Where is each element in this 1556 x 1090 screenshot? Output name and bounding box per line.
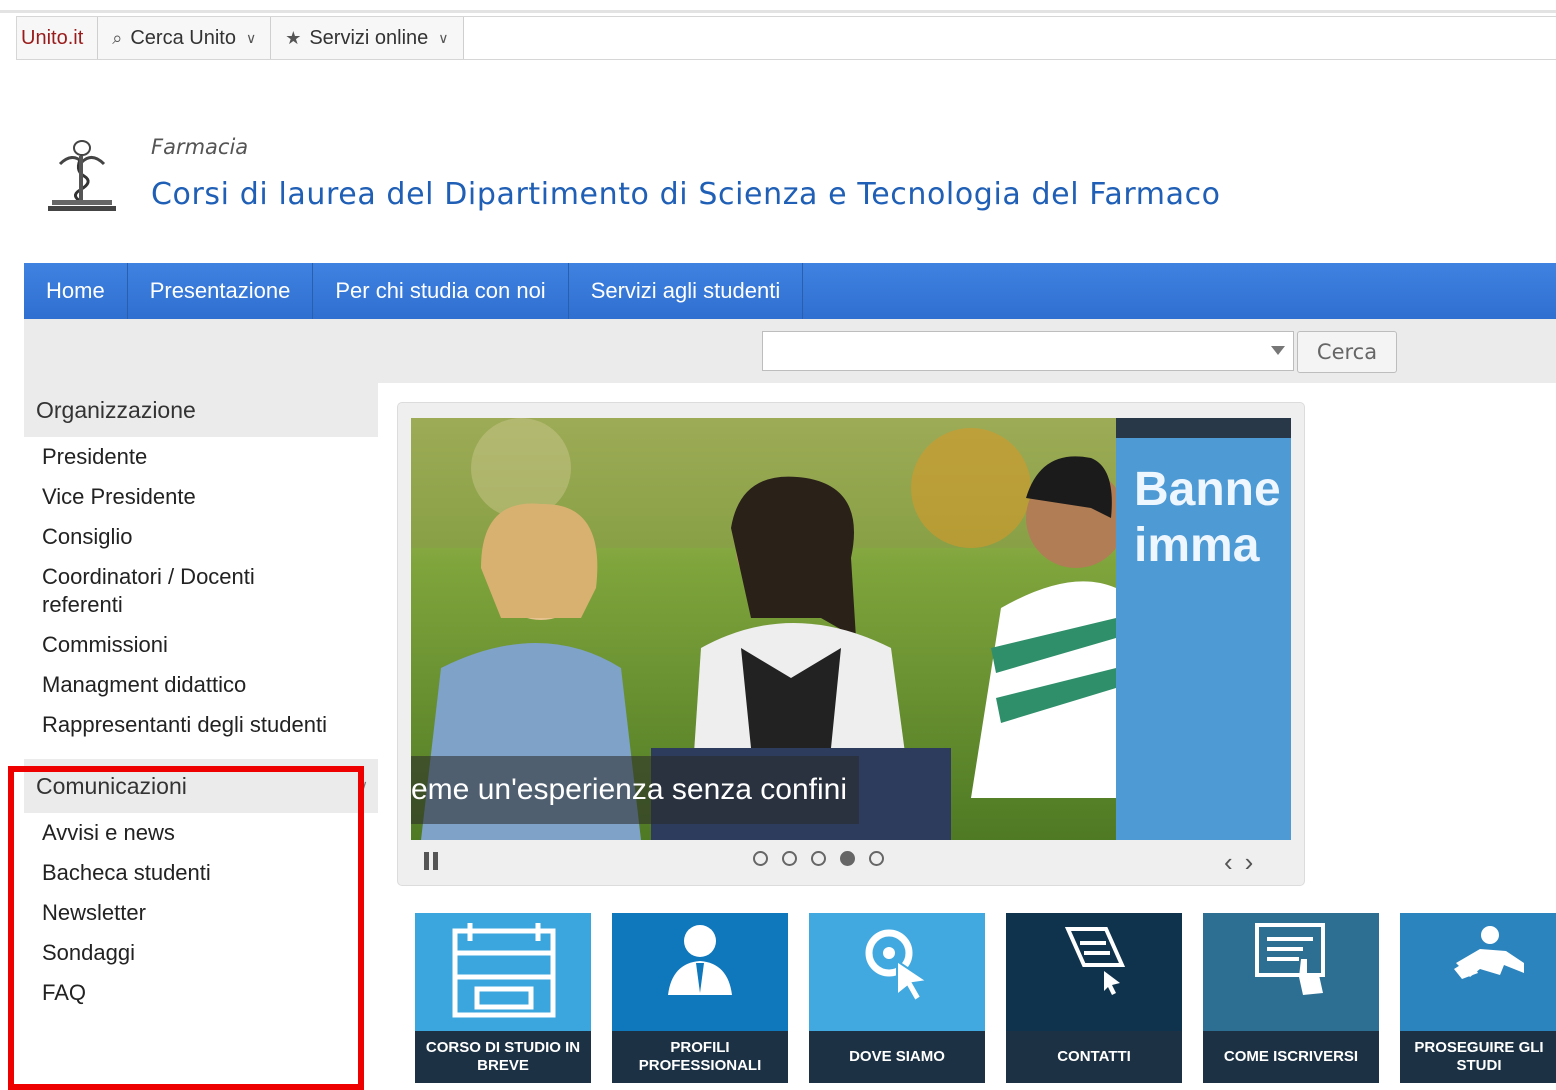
banner-panel: Banne imma: [1116, 418, 1291, 840]
search-select[interactable]: [762, 331, 1294, 371]
sidebar: Organizzazione Presidente Vice President…: [24, 383, 378, 1082]
chevron-down-icon[interactable]: ∨: [358, 777, 368, 794]
sidebar-heading-comunicazioni: Comunicazioni ∨: [24, 759, 378, 813]
chevron-right-icon[interactable]: ›: [1245, 847, 1266, 877]
sidebar-item-newsletter[interactable]: Newsletter: [24, 893, 378, 933]
organizzazione-list: Presidente Vice Presidente Consiglio Coo…: [24, 437, 378, 745]
slider-dot-2[interactable]: [782, 851, 797, 866]
unito-link[interactable]: Unito.it: [17, 17, 99, 59]
tile-label: CONTATTI: [1006, 1031, 1182, 1083]
study-icon: [1454, 926, 1524, 979]
quick-links: CORSO DI STUDIO IN BREVE PROFILI PROFESS…: [415, 913, 1556, 1083]
cerca-unito-label: Cerca Unito: [130, 26, 236, 49]
unito-label: Unito.it: [21, 26, 84, 49]
star-icon: ★: [285, 27, 302, 48]
sidebar-item-avvisi[interactable]: Avvisi e news: [24, 813, 378, 853]
comunicazioni-title: Comunicazioni: [36, 772, 187, 799]
slider-dots: [753, 851, 884, 866]
site-kicker: Farmacia: [151, 135, 249, 159]
slide-photo[interactable]: Banne imma eme un'esperienza senza confi…: [411, 418, 1291, 840]
dropdown-arrow-icon: [1271, 346, 1285, 355]
tile-contatti[interactable]: CONTATTI: [1006, 913, 1182, 1083]
sidebar-item-bacheca[interactable]: Bacheca studenti: [24, 853, 378, 893]
tile-dove-siamo[interactable]: DOVE SIAMO: [809, 913, 985, 1083]
cerca-unito-dropdown[interactable]: ⌕ Cerca Unito ∨: [98, 17, 272, 59]
nav-per-chi-studia[interactable]: Per chi studia con noi: [313, 263, 569, 319]
enroll-icon: [1255, 923, 1325, 995]
top-bar: Unito.it ⌕ Cerca Unito ∨ ★ Servizi onlin…: [0, 0, 1556, 62]
slider-dot-1[interactable]: [753, 851, 768, 866]
topbar-items: Unito.it ⌕ Cerca Unito ∨ ★ Servizi onlin…: [16, 16, 1556, 60]
sidebar-item-managment[interactable]: Managment didattico: [24, 665, 378, 705]
chevron-down-icon: ∨: [438, 29, 449, 46]
tile-profili[interactable]: PROFILI PROFESSIONALI: [612, 913, 788, 1083]
site-title[interactable]: Corsi di laurea del Dipartimento di Scie…: [151, 177, 1221, 212]
tile-label: CORSO DI STUDIO IN BREVE: [415, 1031, 591, 1083]
comunicazioni-list: Avvisi e news Bacheca studenti Newslette…: [24, 813, 378, 1013]
banner-line-1: Banne: [1134, 463, 1281, 516]
sidebar-item-consiglio[interactable]: Consiglio: [24, 517, 378, 557]
nav-servizi-studenti[interactable]: Servizi agli studenti: [569, 263, 804, 319]
slider-dot-3[interactable]: [811, 851, 826, 866]
sidebar-item-commissioni[interactable]: Commissioni: [24, 625, 378, 665]
professional-icon: [668, 925, 732, 995]
sidebar-item-rappresentanti[interactable]: Rappresentanti degli studenti: [24, 705, 378, 745]
sidebar-item-coordinatori[interactable]: Coordinatori / Docenti referenti: [24, 557, 282, 625]
tile-label: PROSEGUIRE GLI STUDI: [1400, 1031, 1556, 1083]
tile-label: DOVE SIAMO: [809, 1031, 985, 1083]
search-icon: ⌕: [112, 27, 123, 48]
slide-caption: eme un'esperienza senza confini: [411, 756, 859, 824]
sidebar-item-presidente[interactable]: Presidente: [24, 437, 378, 477]
chevron-down-icon: ∨: [245, 29, 257, 46]
banner-text: Banne imma: [1134, 462, 1281, 574]
servizi-online-label: Servizi online: [309, 26, 429, 49]
tile-proseguire[interactable]: PROSEGUIRE GLI STUDI: [1400, 913, 1556, 1083]
nav-home[interactable]: Home: [24, 263, 128, 319]
contact-icon: [1064, 927, 1126, 995]
banner-top-strip: [1116, 418, 1291, 438]
chevron-left-icon[interactable]: ‹: [1224, 847, 1245, 877]
sidebar-item-sondaggi[interactable]: Sondaggi: [24, 933, 378, 973]
tile-label: PROFILI PROFESSIONALI: [612, 1031, 788, 1083]
sidebar-item-faq[interactable]: FAQ: [24, 973, 378, 1013]
tile-label: COME ISCRIVERSI: [1203, 1031, 1379, 1083]
tile-corso-di-studio[interactable]: CORSO DI STUDIO IN BREVE: [415, 913, 591, 1083]
slider-arrows: ‹›: [1224, 847, 1265, 878]
search-row: Cerca: [24, 319, 1556, 383]
location-icon: [865, 929, 930, 1003]
slider-dot-4[interactable]: [840, 851, 855, 866]
slider-dot-5[interactable]: [869, 851, 884, 866]
pause-icon[interactable]: [424, 852, 442, 870]
logo[interactable]: [46, 136, 118, 212]
sidebar-heading-organizzazione: Organizzazione: [24, 383, 378, 437]
search-button[interactable]: Cerca: [1297, 331, 1397, 373]
nav-presentazione[interactable]: Presentazione: [128, 263, 314, 319]
image-slider: Banne imma eme un'esperienza senza confi…: [397, 402, 1305, 886]
main-nav: Home Presentazione Per chi studia con no…: [24, 263, 1556, 319]
calendar-icon: [452, 923, 556, 1018]
topbar-spacer: [463, 17, 1556, 59]
tile-come-iscriversi[interactable]: COME ISCRIVERSI: [1203, 913, 1379, 1083]
topbar-divider: [0, 10, 1556, 13]
servizi-online-dropdown[interactable]: ★ Servizi online ∨: [271, 17, 464, 59]
banner-line-2: imma: [1134, 519, 1260, 572]
sidebar-item-vice-presidente[interactable]: Vice Presidente: [24, 477, 378, 517]
